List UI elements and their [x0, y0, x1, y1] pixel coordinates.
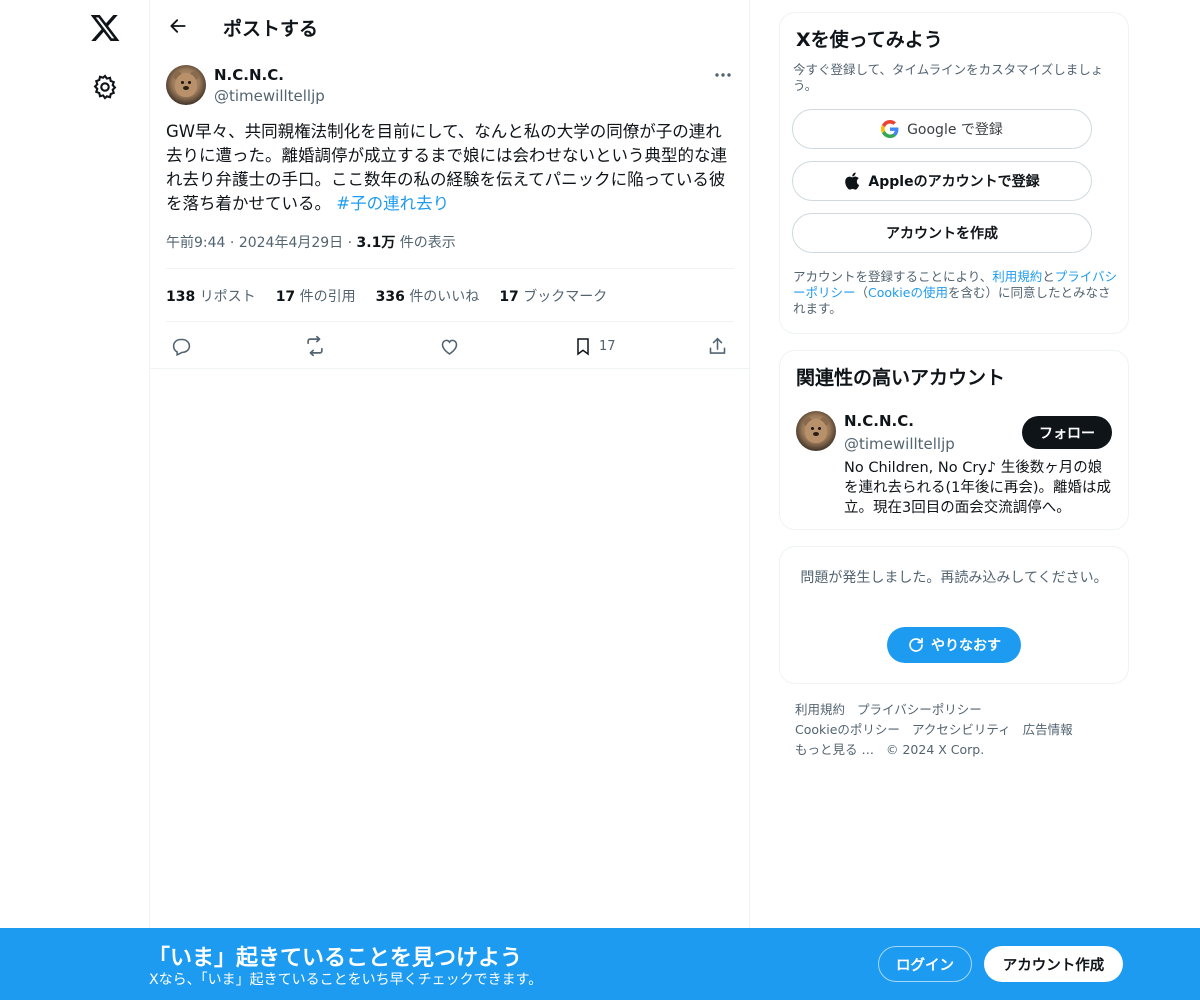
related-accounts-title: 関連性の高いアカウント	[796, 367, 1006, 389]
login-button[interactable]: ログイン	[878, 946, 972, 982]
bookmarks-stat[interactable]: 17 ブックマーク	[499, 286, 607, 306]
related-account-name[interactable]: N.C.N.C.	[844, 412, 914, 430]
avatar[interactable]	[166, 65, 206, 105]
apple-signup-label: Appleのアカウントで登録	[868, 174, 1040, 190]
author-name[interactable]: N.C.N.C.	[214, 66, 284, 84]
divider	[150, 368, 750, 369]
hashtag-link[interactable]: #子の連れ去り	[336, 194, 449, 213]
error-message: 問題が発生しました。再読み込みしてください。	[800, 570, 1108, 586]
more-options-icon[interactable]	[712, 62, 734, 88]
post-meta: 午前9:44 · 2024年4月29日 · 3.1万 件の表示	[166, 235, 456, 251]
post-time[interactable]: 午前9:44	[166, 235, 225, 251]
post-stats: 138 リポスト 17 件の引用 336 件のいいね 17 ブックマーク	[166, 286, 607, 306]
signup-card-subtitle: 今すぐ登録して、タイムラインをカスタマイズしましょう。	[793, 62, 1104, 93]
bookmark-action[interactable]: 17	[573, 334, 616, 358]
avatar[interactable]	[796, 411, 836, 451]
footer-cookie[interactable]: Cookieのポリシー	[795, 722, 900, 737]
bookmark-icon	[577, 337, 589, 355]
left-nav	[0, 0, 150, 1000]
apple-icon	[845, 172, 860, 190]
retry-button[interactable]: やりなおす	[887, 627, 1021, 663]
share-icon[interactable]	[707, 334, 728, 358]
cookie-link[interactable]: Cookieの使用	[868, 285, 948, 300]
signup-card-title: Xを使ってみよう	[796, 29, 943, 51]
related-account-handle[interactable]: @timewilltelljp	[844, 435, 955, 453]
post-actions: 17	[166, 332, 734, 364]
bottom-bar-title: 「いま」起きていることを見つけよう	[148, 946, 523, 971]
footer-links: 利用規約 プライバシーポリシー Cookieのポリシー アクセシビリティ 広告情報 も…	[795, 700, 1125, 760]
google-signup-button[interactable]: Google で登録	[792, 109, 1092, 149]
footer-accessibility[interactable]: アクセシビリティ	[912, 722, 1011, 737]
google-icon	[881, 120, 899, 138]
likes-stat[interactable]: 336 件のいいね	[376, 286, 480, 306]
gear-icon[interactable]	[91, 73, 119, 101]
reply-icon[interactable]	[171, 334, 192, 358]
related-account-bio: No Children, No Cry♪ 生後数ヶ月の娘を連れ去られる(1年後に…	[844, 460, 1112, 516]
reposts-stat[interactable]: 138 リポスト	[166, 286, 256, 306]
signup-button[interactable]: アカウント作成	[984, 946, 1123, 982]
bottom-signup-bar: 「いま」起きていることを見つけよう Xなら、「いま」起きていることをいち早くチェ…	[0, 928, 1200, 1000]
heart-icon[interactable]	[439, 334, 460, 358]
bookmark-count: 17	[599, 338, 616, 354]
refresh-icon	[909, 637, 923, 652]
page-header: ポストする	[150, 0, 750, 53]
legal-text: アカウントを登録することにより、利用規約とプライバシーポリシー（Cookieの使…	[793, 269, 1118, 316]
views-count: 3.1万	[356, 235, 396, 251]
main-column: ポストする N.C.N.C. @timewilltelljp GW早々、共同親権…	[149, 0, 750, 1000]
related-accounts-card: 関連性の高いアカウント N.C.N.C. @timewilltelljp フォロ…	[779, 350, 1129, 530]
divider	[166, 268, 734, 269]
footer-copyright: © 2024 X Corp.	[885, 742, 985, 757]
post-date[interactable]: 2024年4月29日	[239, 235, 343, 251]
create-account-button[interactable]: アカウントを作成	[792, 213, 1092, 253]
arrow-left-icon[interactable]	[164, 12, 192, 40]
footer-ads[interactable]: 広告情報	[1023, 722, 1073, 737]
google-signup-label: Google で登録	[907, 122, 1003, 138]
repost-icon[interactable]	[304, 334, 326, 358]
footer-privacy[interactable]: プライバシーポリシー	[857, 702, 982, 717]
follow-button[interactable]: フォロー	[1022, 416, 1112, 449]
footer-terms[interactable]: 利用規約	[795, 702, 845, 717]
error-card: 問題が発生しました。再読み込みしてください。 やりなおす	[779, 546, 1129, 684]
x-logo-icon[interactable]	[89, 12, 121, 44]
signup-card: Xを使ってみよう 今すぐ登録して、タイムラインをカスタマイズしましょう。 Goo…	[779, 12, 1129, 334]
retry-label: やりなおす	[931, 638, 1001, 654]
views-label: 件の表示	[399, 235, 456, 251]
terms-link[interactable]: 利用規約	[992, 269, 1042, 284]
bottom-bar-subtitle: Xなら、「いま」起きていることをいち早くチェックできます。	[149, 972, 543, 988]
create-account-label: アカウントを作成	[886, 226, 998, 242]
author-handle[interactable]: @timewilltelljp	[214, 87, 325, 105]
quotes-stat[interactable]: 17 件の引用	[276, 286, 356, 306]
post-text: GW早々、共同親権法制化を目前にして、なんと私の大学の同僚が子の連れ去りに遭った…	[166, 120, 731, 216]
footer-more[interactable]: もっと見る …	[795, 742, 874, 757]
divider	[166, 321, 734, 322]
apple-signup-button[interactable]: Appleのアカウントで登録	[792, 161, 1092, 201]
page-title: ポストする	[223, 18, 319, 40]
